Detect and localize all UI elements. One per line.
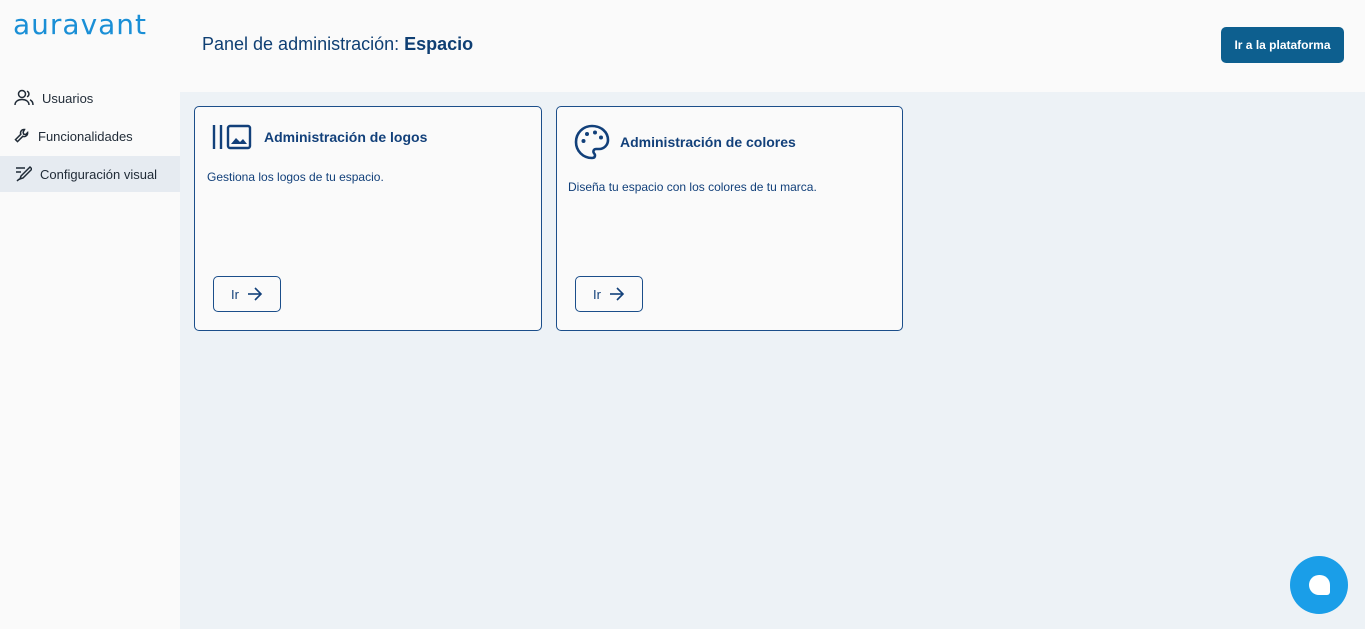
page-title: Panel de administración: Espacio bbox=[202, 34, 473, 55]
sidebar-nav: Usuarios Funcionalidades Configuración v… bbox=[0, 80, 180, 194]
sidebar-item-funcionalidades[interactable]: Funcionalidades bbox=[0, 118, 180, 154]
page-header: Panel de administración: Espacio Ir a la… bbox=[180, 0, 1365, 92]
go-to-platform-button[interactable]: Ir a la plataforma bbox=[1221, 27, 1344, 63]
go-button[interactable]: Ir bbox=[575, 276, 643, 312]
chat-button[interactable] bbox=[1290, 556, 1348, 614]
space-name: Espacio bbox=[404, 34, 474, 54]
sidebar-item-label: Funcionalidades bbox=[38, 128, 133, 144]
sidebar: auravant Usuarios Funcionalidades Config… bbox=[0, 0, 180, 629]
auravant-logo[interactable]: auravant bbox=[13, 8, 147, 41]
card-description: Diseña tu espacio con los colores de tu … bbox=[568, 180, 817, 194]
sidebar-item-label: Configuración visual bbox=[40, 166, 158, 182]
colors-card: Administración de colores Diseña tu espa… bbox=[556, 106, 903, 331]
arrow-right-icon bbox=[247, 287, 263, 301]
users-icon bbox=[14, 89, 34, 106]
go-button[interactable]: Ir bbox=[213, 276, 281, 312]
palette-icon bbox=[574, 124, 610, 160]
sidebar-item-usuarios[interactable]: Usuarios bbox=[0, 80, 180, 116]
arrow-right-icon bbox=[609, 287, 625, 301]
go-button-label: Ir bbox=[593, 286, 601, 302]
chat-icon bbox=[1309, 575, 1330, 595]
card-title: Administración de logos bbox=[264, 129, 428, 145]
sidebar-item-label: Usuarios bbox=[42, 90, 94, 106]
wrench-icon bbox=[14, 128, 29, 143]
go-button-label: Ir bbox=[231, 286, 239, 302]
card-description: Gestiona los logos de tu espacio. bbox=[207, 170, 384, 184]
paint-brush-icon bbox=[16, 165, 32, 182]
sidebar-item-configuracion-visual[interactable]: Configuración visual bbox=[0, 156, 180, 192]
card-title: Administración de colores bbox=[620, 134, 796, 150]
logos-card: Administración de logos Gestiona los log… bbox=[194, 106, 542, 331]
image-gallery-icon bbox=[212, 124, 252, 150]
page-title-prefix: Panel de administración: bbox=[202, 34, 405, 54]
